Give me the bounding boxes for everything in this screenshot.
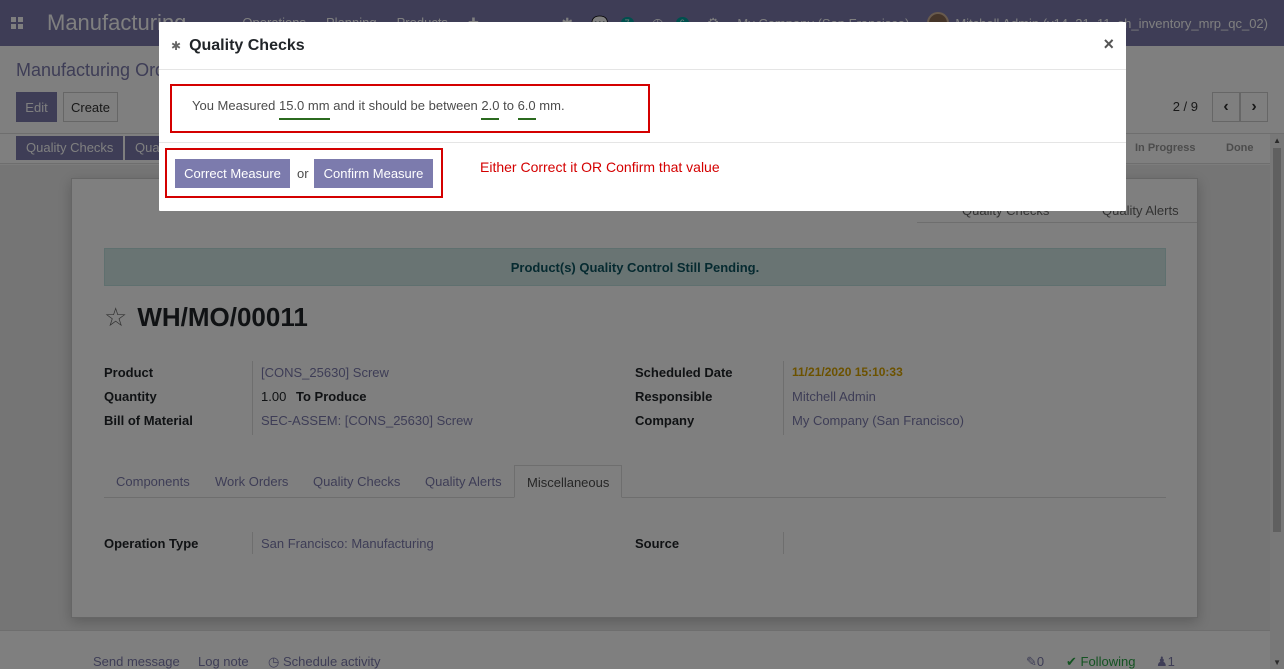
close-icon[interactable]: × [1103,34,1114,55]
or-text: or [297,166,309,181]
buttons-highlight-box: Correct Measure or Confirm Measure [165,148,443,198]
measure-highlight-box: You Measured 15.0 mm and it should be be… [170,84,650,133]
quality-checks-dialog: ✱ Quality Checks × You Measured 15.0 mm … [159,22,1126,211]
min-value: 2.0 [481,98,500,120]
measure-mid-text: and it should be between [333,98,478,113]
measured-unit: mm [307,98,330,113]
to-text: to [503,98,514,113]
measured-value: 15.0 mm [278,98,330,120]
confirm-measure-button[interactable]: Confirm Measure [314,159,433,188]
measured-number: 15.0 [278,98,305,113]
dialog-title: Quality Checks [189,36,305,54]
dialog-divider [159,142,1126,143]
annotation-text: Either Correct it OR Confirm that value [480,159,720,175]
dialog-header: ✱ Quality Checks × [159,22,1126,70]
correct-measure-button[interactable]: Correct Measure [175,159,290,188]
max-value: 6.0 [517,98,536,120]
measure-prefix: You Measured [192,98,276,113]
measure-message: You Measured 15.0 mm and it should be be… [192,98,565,120]
bug-icon: ✱ [171,38,182,53]
max-unit: mm. [539,98,565,113]
